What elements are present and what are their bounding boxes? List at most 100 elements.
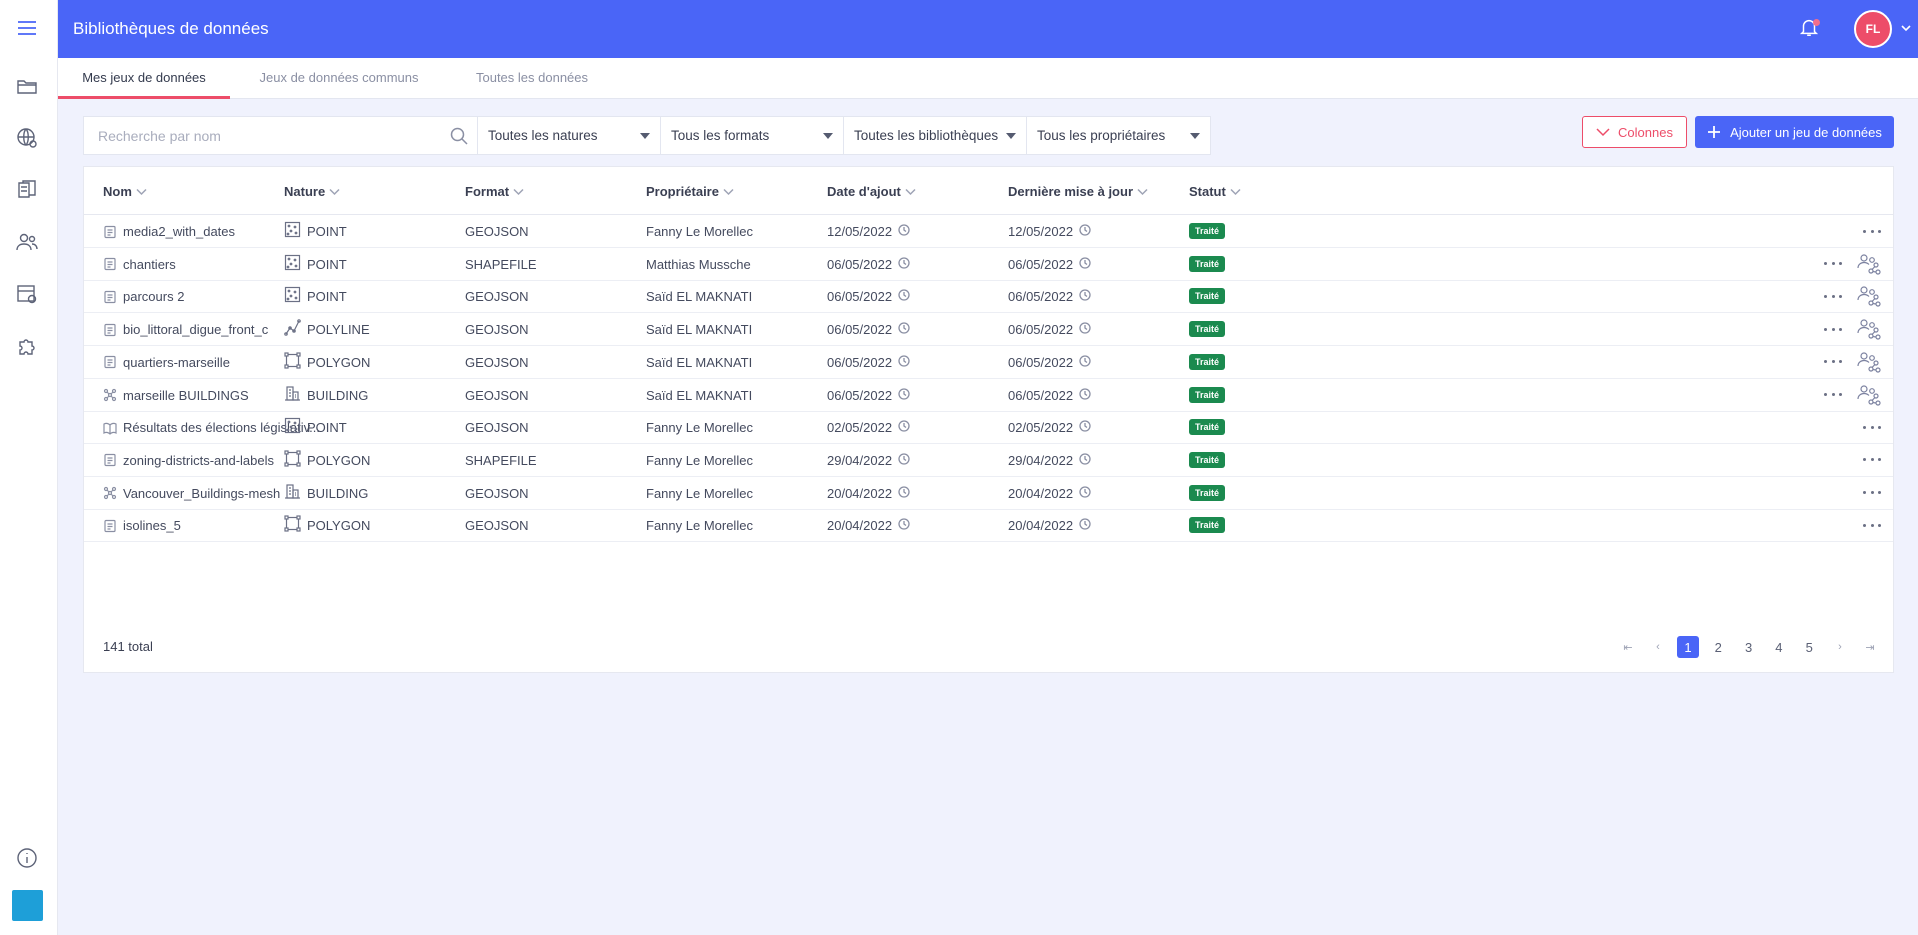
column-header[interactable]: Date d'ajout [827, 184, 916, 199]
format-select[interactable]: Tous les formats [661, 117, 844, 154]
dataset-name[interactable]: media2_with_dates [123, 224, 235, 239]
clock-icon [1079, 453, 1091, 468]
sort-chevron-icon[interactable] [1230, 186, 1241, 197]
cell-format: GEOJSON [465, 224, 529, 239]
clock-icon [1079, 257, 1091, 272]
table-row[interactable]: parcours 2 POINT GEOJSON Saïd EL MAKNATI 06/… [84, 280, 1893, 314]
add-dataset-button[interactable]: Ajouter un jeu de données [1695, 116, 1894, 148]
dataset-name[interactable]: Vancouver_Buildings-mesh [123, 486, 280, 501]
more-actions-icon[interactable] [1824, 257, 1842, 271]
table-row[interactable]: quartiers-marseille POLYGON GEOJSON Saïd EL… [84, 346, 1893, 379]
column-header[interactable]: Propriétaire [646, 184, 734, 199]
column-header[interactable]: Dernière mise à jour [1008, 184, 1148, 199]
notification-bell-icon[interactable] [1798, 16, 1822, 40]
more-actions-icon[interactable] [1863, 420, 1881, 434]
nature-select[interactable]: Toutes les natures [478, 117, 661, 154]
column-header-label: Propriétaire [646, 184, 719, 199]
column-header[interactable]: Nature [284, 184, 340, 199]
point-icon [284, 221, 301, 238]
sort-chevron-icon[interactable] [329, 186, 340, 197]
sort-chevron-icon[interactable] [1137, 186, 1148, 197]
last-page-icon[interactable]: ⇥ [1859, 636, 1881, 658]
shared-users-icon[interactable] [1856, 316, 1882, 342]
menu-icon[interactable] [13, 14, 41, 42]
first-page-icon[interactable]: ⇤ [1617, 636, 1639, 658]
sort-chevron-icon[interactable] [513, 186, 524, 197]
map-settings-icon[interactable] [13, 280, 41, 308]
more-actions-icon[interactable] [1824, 289, 1842, 303]
page-4[interactable]: 4 [1768, 636, 1790, 658]
cell-nature: POLYGON [284, 450, 370, 468]
more-actions-icon[interactable] [1863, 486, 1881, 500]
user-avatar[interactable]: FL [1854, 10, 1892, 48]
nature-value: POLYGON [307, 518, 371, 534]
sort-chevron-icon[interactable] [136, 186, 147, 197]
search-input[interactable] [84, 117, 477, 154]
table-row[interactable]: zoning-districts-and-labels POLYGON SHAPEF… [84, 444, 1893, 477]
more-actions-icon[interactable] [1863, 224, 1881, 238]
sort-chevron-icon[interactable] [905, 186, 916, 197]
dataset-name[interactable]: bio_littoral_digue_front_c [123, 322, 268, 337]
cell-format: GEOJSON [465, 322, 529, 337]
more-actions-icon[interactable] [1824, 322, 1842, 336]
folder-icon[interactable] [13, 72, 41, 100]
chevron-down-icon[interactable] [1900, 22, 1912, 34]
table-row[interactable]: Vancouver_Buildings-mesh BUILDING GEOJSON F… [84, 477, 1893, 510]
search-icon[interactable] [449, 126, 469, 146]
library-icon[interactable] [13, 176, 41, 204]
table-row[interactable]: marseille BUILDINGS BUILDING GEOJSON Saïd E… [84, 379, 1893, 412]
shared-users-icon[interactable] [1856, 251, 1882, 277]
tab-all-data[interactable]: Toutes les données [452, 58, 612, 99]
tab-common-datasets[interactable]: Jeux de données communs [244, 58, 434, 99]
cell-owner: Fanny Le Morellec [646, 420, 753, 435]
dataset-name[interactable]: marseille BUILDINGS [123, 388, 249, 403]
cell-added: 06/05/2022 [827, 322, 910, 337]
owner-select[interactable]: Tous les propriétaires [1027, 117, 1210, 154]
dataset-name[interactable]: zoning-districts-and-labels [123, 453, 274, 468]
shared-users-icon[interactable] [1856, 283, 1882, 309]
users-icon[interactable] [13, 228, 41, 256]
cell-owner: Matthias Mussche [646, 257, 751, 272]
tab-my-datasets[interactable]: Mes jeux de données [58, 58, 230, 99]
shared-users-icon[interactable] [1856, 349, 1882, 375]
table-row[interactable]: media2_with_dates POINT GEOJSON Fanny Le Mo… [84, 215, 1893, 248]
column-header[interactable]: Format [465, 184, 524, 199]
table-row[interactable]: chantiers POINT SHAPEFILE Matthias Mussche 0… [84, 248, 1893, 281]
next-page-icon[interactable]: › [1829, 636, 1851, 658]
cell-updated: 20/04/2022 [1008, 486, 1091, 501]
prev-page-icon[interactable]: ‹ [1647, 636, 1669, 658]
globe-settings-icon[interactable] [13, 124, 41, 152]
more-actions-icon[interactable] [1824, 388, 1842, 402]
sort-chevron-icon[interactable] [723, 186, 734, 197]
more-actions-icon[interactable] [1863, 453, 1881, 467]
puzzle-icon[interactable] [13, 332, 41, 360]
table-row[interactable]: Résultats des élections législativ... POI… [84, 411, 1893, 445]
dataset-name[interactable]: quartiers-marseille [123, 355, 230, 370]
cell-added: 20/04/2022 [827, 518, 910, 533]
shared-users-icon[interactable] [1856, 382, 1882, 408]
table-row[interactable]: isolines_5 POLYGON GEOJSON Fanny Le Morelle… [84, 509, 1893, 543]
clock-icon [1079, 518, 1091, 533]
column-header[interactable]: Nom [103, 184, 147, 199]
info-icon[interactable] [13, 844, 41, 872]
page-2[interactable]: 2 [1707, 636, 1729, 658]
status-badge: Traité [1189, 419, 1226, 436]
page-1[interactable]: 1 [1677, 636, 1699, 658]
library-select[interactable]: Toutes les bibliothèques [844, 117, 1027, 154]
dataset-name[interactable]: chantiers [123, 257, 176, 272]
table-row[interactable]: bio_littoral_digue_front_c POLYLINE GEOJSO… [84, 313, 1893, 347]
more-actions-icon[interactable] [1824, 355, 1842, 369]
nature-select-value: Toutes les natures [488, 128, 598, 143]
polyline-icon [284, 319, 301, 336]
dataset-name[interactable]: parcours 2 [123, 289, 184, 304]
status-badge: Traité [1189, 353, 1226, 370]
page-3[interactable]: 3 [1738, 636, 1760, 658]
page-5[interactable]: 5 [1798, 636, 1820, 658]
more-actions-icon[interactable] [1863, 518, 1881, 532]
column-header[interactable]: Statut [1189, 184, 1241, 199]
columns-button[interactable]: Colonnes [1582, 116, 1687, 148]
dataset-name[interactable]: isolines_5 [123, 518, 181, 533]
format-select-value: Tous les formats [671, 128, 770, 143]
date-added-value: 06/05/2022 [827, 289, 893, 305]
cell-owner: Saïd EL MAKNATI [646, 322, 752, 337]
